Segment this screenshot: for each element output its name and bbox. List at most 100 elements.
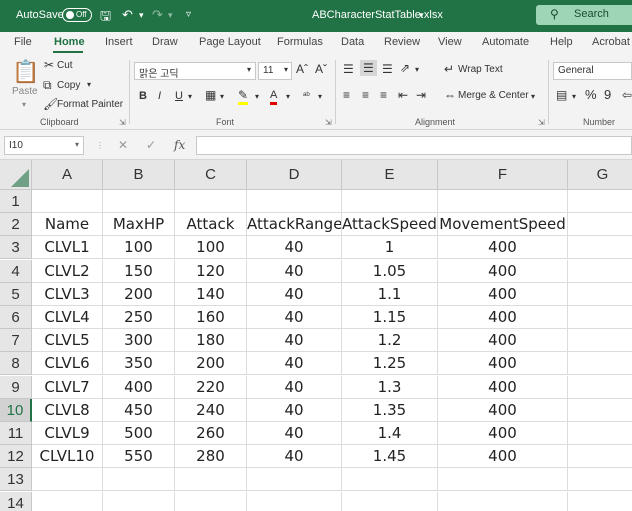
copy-dropdown-icon[interactable]: ▾	[87, 80, 91, 89]
cell-g5[interactable]	[568, 283, 632, 306]
cell-f12[interactable]: 400	[438, 445, 568, 469]
cut-icon[interactable]: ✂	[44, 58, 54, 72]
cell-a11[interactable]: CLVL9	[32, 422, 103, 445]
format-painter-label[interactable]: Format Painter	[57, 99, 123, 110]
cell-g12[interactable]	[568, 445, 632, 469]
cell-d1[interactable]	[247, 190, 342, 213]
align-center-icon[interactable]: ≡	[362, 88, 369, 102]
tab-view[interactable]: View	[438, 36, 462, 48]
column-header-g[interactable]: G	[568, 160, 632, 190]
tab-formulas[interactable]: Formulas	[277, 36, 323, 48]
orientation-icon[interactable]: ⇗	[400, 61, 410, 75]
borders-dropdown-icon[interactable]: ▾	[220, 90, 224, 104]
redo-dropdown-icon[interactable]: ▾	[168, 10, 173, 21]
column-header-a[interactable]: A	[32, 160, 103, 190]
cell-f8[interactable]: 400	[438, 352, 568, 376]
cell-b7[interactable]: 300	[103, 329, 175, 353]
cell-d10[interactable]: 40	[247, 398, 342, 422]
cell-f10[interactable]: 400	[438, 398, 568, 422]
search-box[interactable]: ⚲ Search	[536, 5, 632, 25]
increase-indent-icon[interactable]: ⇥	[416, 88, 426, 102]
cell-c13[interactable]	[175, 468, 247, 492]
increase-decimal-icon[interactable]: ⇦	[622, 88, 632, 102]
cell-d9[interactable]: 40	[247, 375, 342, 399]
cell-a10[interactable]: CLVL8	[32, 398, 103, 422]
row-header-10[interactable]: 10	[0, 398, 32, 422]
row-header-1[interactable]: 1	[0, 190, 32, 213]
paste-label[interactable]: Paste	[12, 86, 38, 97]
cell-d2[interactable]: AttackRange	[247, 213, 342, 237]
tab-page-layout[interactable]: Page Layout	[199, 36, 261, 48]
row-header-5[interactable]: 5	[0, 282, 32, 306]
column-header-d[interactable]: D	[247, 160, 342, 190]
tab-review[interactable]: Review	[384, 36, 420, 48]
comma-style-icon[interactable]: 9	[604, 88, 611, 102]
cell-e11[interactable]: 1.4	[342, 422, 438, 445]
autosave-toggle[interactable]: Off	[62, 8, 92, 22]
cell-c5[interactable]: 140	[175, 282, 247, 306]
cell-a14[interactable]	[32, 491, 103, 511]
cell-a13[interactable]	[32, 468, 103, 492]
fill-color-dropdown-icon[interactable]: ▾	[255, 90, 259, 104]
cell-c1[interactable]	[175, 190, 247, 213]
cell-c4[interactable]: 120	[175, 259, 247, 283]
cell-b5[interactable]: 200	[103, 282, 175, 306]
cell-e4[interactable]: 1.05	[342, 259, 438, 283]
tab-data[interactable]: Data	[341, 36, 364, 48]
cell-b1[interactable]	[103, 190, 175, 213]
orientation-dropdown-icon[interactable]: ▾	[415, 63, 419, 77]
merge-dropdown-icon[interactable]: ▾	[531, 90, 535, 104]
italic-icon[interactable]: I	[158, 89, 161, 103]
cell-c9[interactable]: 220	[175, 375, 247, 399]
accounting-format-icon[interactable]: ▤	[556, 88, 567, 102]
customize-toolbar-icon[interactable]: ▿	[186, 9, 191, 20]
row-header-14[interactable]: 14	[0, 491, 32, 511]
format-painter-icon[interactable]: 🖌	[43, 97, 58, 111]
cell-d6[interactable]: 40	[247, 306, 342, 329]
cell-e3[interactable]: 1	[342, 236, 438, 260]
cell-d11[interactable]: 40	[247, 422, 342, 445]
column-header-b[interactable]: B	[103, 160, 175, 190]
cell-e1[interactable]	[342, 190, 438, 213]
cell-d13[interactable]	[247, 468, 342, 492]
row-header-11[interactable]: 11	[0, 422, 32, 445]
cell-a8[interactable]: CLVL6	[32, 352, 103, 376]
cell-e5[interactable]: 1.1	[342, 282, 438, 306]
cell-c6[interactable]: 160	[175, 306, 247, 329]
paste-dropdown-icon[interactable]: ▾	[22, 100, 26, 109]
increase-font-size-icon[interactable]: Aˆ	[296, 62, 308, 76]
cell-c11[interactable]: 260	[175, 422, 247, 445]
phonetic-dropdown-icon[interactable]: ▾	[318, 90, 322, 104]
select-all-button[interactable]	[0, 160, 32, 190]
cell-d12[interactable]: 40	[247, 445, 342, 469]
cell-c8[interactable]: 200	[175, 352, 247, 376]
top-align-icon[interactable]: ☰	[343, 62, 354, 76]
tab-automate[interactable]: Automate	[482, 36, 529, 48]
cell-c3[interactable]: 100	[175, 236, 247, 260]
undo-dropdown-icon[interactable]: ▾	[139, 10, 144, 21]
cell-a6[interactable]: CLVL4	[32, 306, 103, 329]
column-header-e[interactable]: E	[342, 160, 438, 190]
alignment-launcher-icon[interactable]: ⇲	[538, 118, 545, 127]
row-header-9[interactable]: 9	[0, 375, 32, 399]
row-header-13[interactable]: 13	[0, 468, 32, 492]
cell-a5[interactable]: CLVL3	[32, 282, 103, 306]
cell-b9[interactable]: 400	[103, 375, 175, 399]
accounting-dropdown-icon[interactable]: ▾	[572, 90, 576, 104]
decrease-font-size-icon[interactable]: Aˇ	[315, 62, 327, 76]
cell-g3[interactable]	[568, 236, 632, 260]
font-size-dropdown[interactable]: 11 ▾	[258, 62, 292, 80]
cell-f9[interactable]: 400	[438, 375, 568, 399]
cell-b11[interactable]: 500	[103, 422, 175, 445]
borders-icon[interactable]: ▦	[205, 88, 216, 102]
cell-e8[interactable]: 1.25	[342, 352, 438, 376]
cell-c12[interactable]: 280	[175, 445, 247, 469]
cell-b10[interactable]: 450	[103, 398, 175, 422]
tab-insert[interactable]: Insert	[105, 36, 133, 48]
middle-align-icon[interactable]: ☰	[360, 60, 377, 76]
cell-a12[interactable]: CLVL10	[32, 445, 103, 469]
cell-d7[interactable]: 40	[247, 329, 342, 353]
cell-b3[interactable]: 100	[103, 236, 175, 260]
cell-b4[interactable]: 150	[103, 259, 175, 283]
cell-e7[interactable]: 1.2	[342, 329, 438, 353]
